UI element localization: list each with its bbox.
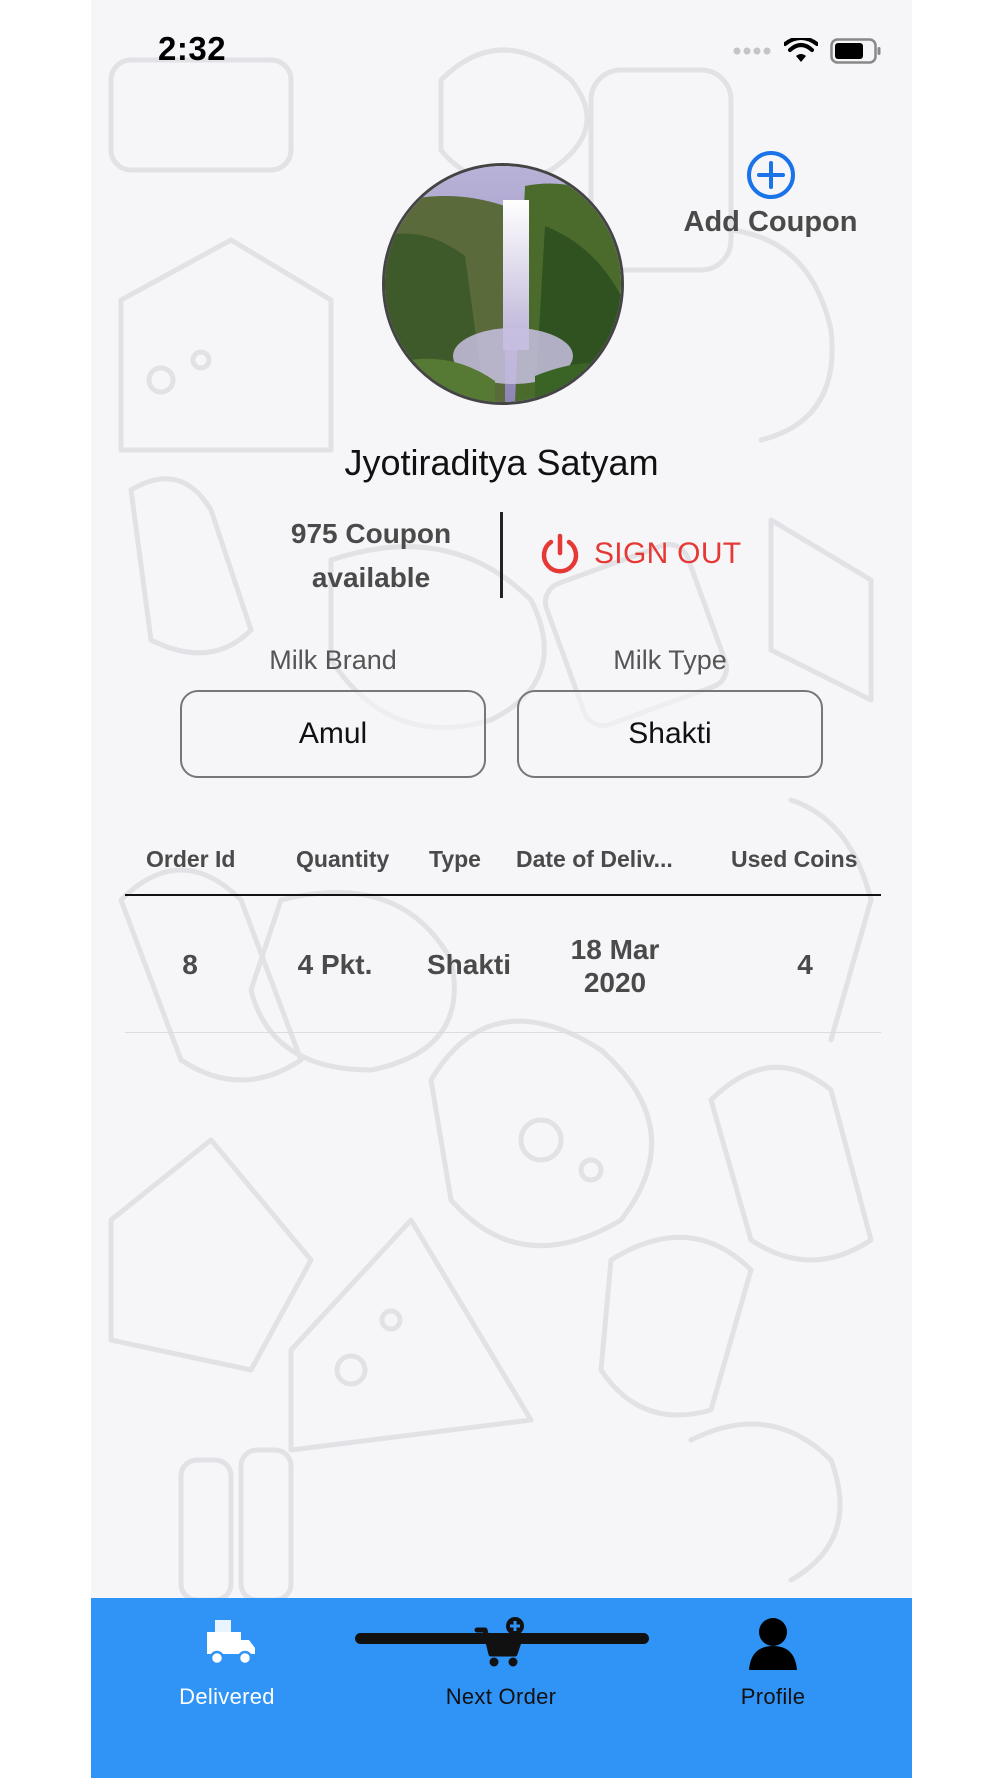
milk-type-value: Shakti bbox=[628, 717, 712, 750]
power-icon bbox=[541, 533, 579, 574]
signal-icon bbox=[733, 47, 771, 55]
milk-type-label: Milk Type bbox=[613, 645, 727, 675]
status-time: 2:32 bbox=[158, 30, 227, 67]
cell-delivery-date-year: 2020 bbox=[583, 967, 647, 998]
vertical-divider bbox=[500, 512, 503, 598]
nav-item-profile[interactable]: Profile bbox=[673, 1616, 873, 1710]
milk-brand-value: Amul bbox=[298, 717, 368, 750]
coupon-count: 975 Coupon available bbox=[261, 512, 481, 600]
cell-used-coins: 4 bbox=[797, 949, 813, 980]
cell-delivery-date: 18 Mar 2020 bbox=[545, 933, 685, 999]
sign-out-label: SIGN OUT bbox=[594, 537, 742, 570]
milk-type-select[interactable]: Shakti bbox=[517, 690, 823, 778]
nav-label-next-order: Next Order bbox=[445, 1684, 557, 1709]
column-date-of-delivery: Date of Deliv... bbox=[516, 846, 673, 872]
home-indicator bbox=[355, 1633, 649, 1644]
table-row[interactable]: 8 4 Pkt. Shakti 18 Mar 2020 4 bbox=[125, 897, 881, 1033]
bottom-navigation: Delivered Next Order Profile bbox=[91, 1598, 912, 1778]
coupon-count-value: 975 Coupon bbox=[290, 518, 452, 549]
nav-item-delivered[interactable]: Delivered bbox=[127, 1616, 327, 1710]
milk-brand-label: Milk Brand bbox=[269, 645, 397, 675]
orders-table-header: Order Id Quantity Type Date of Deliv... … bbox=[125, 838, 881, 896]
cell-type: Shakti bbox=[426, 949, 512, 980]
add-coupon-button[interactable]: Add Coupon bbox=[673, 150, 868, 239]
column-type: Type bbox=[429, 846, 481, 872]
cell-quantity: 4 Pkt. bbox=[297, 949, 373, 980]
person-icon bbox=[749, 1618, 797, 1670]
column-quantity: Quantity bbox=[296, 846, 390, 872]
milk-brand-select[interactable]: Amul bbox=[180, 690, 486, 778]
nav-item-next-order[interactable]: Next Order bbox=[401, 1616, 601, 1710]
battery-icon bbox=[830, 38, 881, 64]
column-used-coins: Used Coins bbox=[731, 846, 858, 872]
sign-out-button[interactable]: SIGN OUT bbox=[538, 532, 741, 576]
nav-label-profile: Profile bbox=[740, 1684, 806, 1709]
cell-order-id: 8 bbox=[182, 949, 198, 980]
wifi-icon bbox=[784, 38, 818, 62]
app-screen: 2:32 Add Coupon Jyotiraditya Satyam 975 … bbox=[91, 0, 912, 1778]
avatar[interactable] bbox=[382, 163, 624, 405]
cell-delivery-date-day: 18 Mar bbox=[570, 934, 660, 965]
delivery-truck-icon bbox=[207, 1620, 255, 1666]
nav-label-delivered: Delivered bbox=[179, 1684, 275, 1709]
status-indicators bbox=[732, 38, 882, 64]
column-order-id: Order Id bbox=[146, 846, 236, 872]
avatar-image bbox=[385, 166, 621, 402]
cart-add-icon bbox=[474, 1617, 524, 1667]
user-name: Jyotiraditya Satyam bbox=[344, 442, 659, 483]
coupon-count-caption: available bbox=[311, 562, 431, 593]
add-coupon-label: Add Coupon bbox=[683, 206, 858, 238]
add-circle-icon bbox=[746, 151, 795, 199]
